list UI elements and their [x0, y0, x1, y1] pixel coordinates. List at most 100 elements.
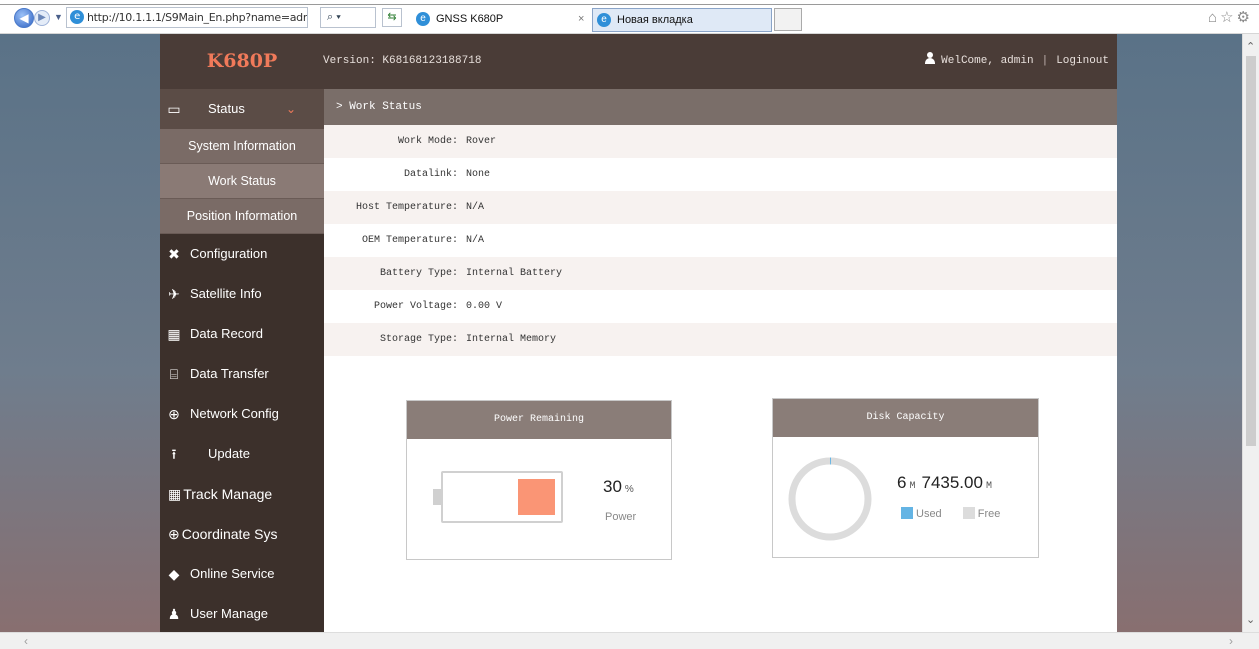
address-text: http://10.1.1.1/S9Main_En.php?name=admin	[87, 11, 308, 24]
sidebar-item-update[interactable]: ⭱ Update	[160, 434, 324, 474]
globe-icon: ⊕	[168, 526, 180, 542]
sidebar-subitem-system-information[interactable]: System Information	[160, 129, 324, 164]
info-value: Rover	[466, 136, 497, 147]
scroll-right-icon[interactable]: ›	[1229, 634, 1233, 648]
sidebar-subitem-work-status[interactable]: Work Status	[160, 164, 324, 199]
tab-close-icon[interactable]: ×	[578, 13, 584, 25]
info-value: 0.00 V	[466, 301, 503, 312]
disk-free-unit: M	[985, 481, 992, 492]
user-icon	[924, 52, 936, 64]
app-page: K680P Version: K68168123188718 WelCome, …	[160, 34, 1117, 638]
sidebar-item-satellite-info[interactable]: ✈ Satellite Info	[160, 274, 324, 314]
sidebar-item-network-config[interactable]: ⊕ Network Config	[160, 394, 324, 434]
sidebar-subitem-position-information[interactable]: Position Information	[160, 199, 324, 234]
compatibility-icon[interactable]: ⇆	[382, 8, 402, 27]
welcome-text: WelCome, admin	[941, 55, 1034, 67]
sidebar-item-label: Track Manage	[183, 486, 273, 502]
disk-capacity-panel: Disk Capacity 6 M 7435.00 M Used Free	[772, 398, 1039, 558]
ie-icon: e	[597, 13, 611, 27]
sidebar-item-online-service[interactable]: ◆ Online Service	[160, 554, 324, 594]
browser-toolbar: ◀ ▶ ▼ e http://10.1.1.1/S9Main_En.php?na…	[0, 0, 1259, 34]
monitor-icon: ▭	[167, 101, 181, 117]
power-value-number: 30	[603, 477, 622, 496]
panel-title: Power Remaining	[407, 401, 671, 439]
info-row-storage-type: Storage Type: Internal Memory	[324, 323, 1117, 356]
cube-icon: ◆	[168, 566, 180, 582]
disk-free-arc	[788, 457, 872, 541]
sidebar-item-configuration[interactable]: ✖ Configuration	[160, 234, 324, 274]
history-dropdown-icon[interactable]: ▼	[54, 12, 63, 22]
tools-icon: ✖	[168, 246, 180, 262]
power-unit: %	[624, 484, 634, 495]
satellite-icon: ✈	[168, 286, 180, 302]
sidebar-item-label: Satellite Info	[190, 286, 262, 301]
info-value: N/A	[466, 202, 485, 213]
upload-icon: ⭱	[171, 446, 177, 462]
new-tab-button[interactable]	[774, 8, 802, 31]
info-label: Work Mode:	[397, 136, 458, 147]
disk-used-unit: M	[909, 481, 916, 492]
sidebar-item-label: Data Transfer	[190, 366, 269, 381]
globe-icon: ⊕	[168, 406, 180, 422]
tab-label: GNSS K680P	[436, 13, 504, 25]
scroll-left-icon[interactable]: ‹	[24, 634, 28, 648]
tab-new-tab[interactable]: e Новая вкладка	[592, 8, 772, 32]
sidebar-item-data-record[interactable]: ▦ Data Record	[160, 314, 324, 354]
info-label: Storage Type:	[379, 334, 458, 345]
sidebar: ▭ Status ⌄ System Information Work Statu…	[160, 89, 324, 638]
sidebar-item-data-transfer[interactable]: ⌸ Data Transfer	[160, 354, 324, 394]
sidebar-item-label: Network Config	[190, 406, 279, 421]
header-separator: |	[1041, 55, 1049, 67]
back-button[interactable]: ◀	[14, 8, 34, 28]
calendar-icon: ▦	[167, 326, 181, 342]
info-label: Datalink:	[403, 169, 458, 180]
scroll-down-icon[interactable]: ⌄	[1246, 613, 1255, 626]
scrollbar-thumb[interactable]	[1246, 56, 1256, 446]
logout-link[interactable]: Loginout	[1056, 55, 1109, 67]
disk-values: 6 M 7435.00 M	[897, 473, 998, 493]
battery-level-fill	[518, 479, 555, 515]
network-icon: ⌸	[169, 366, 179, 382]
sidebar-item-label: Status	[208, 101, 245, 116]
page-viewport: K680P Version: K68168123188718 WelCome, …	[0, 34, 1259, 649]
legend-free-label: Free	[977, 508, 1001, 520]
disk-panel-body: 6 M 7435.00 M Used Free	[773, 437, 1038, 557]
forward-button[interactable]: ▶	[34, 10, 50, 26]
disk-legend: Used Free	[901, 507, 1000, 520]
app-header: K680P Version: K68168123188718 WelCome, …	[160, 34, 1117, 89]
legend-free-swatch	[962, 507, 975, 519]
sidebar-item-user-manage[interactable]: ♟ User Manage	[160, 594, 324, 634]
info-row-battery-type: Battery Type: Internal Battery	[324, 257, 1117, 290]
info-label: Host Temperature:	[355, 202, 458, 213]
horizontal-scrollbar[interactable]: ‹ ›	[0, 632, 1259, 649]
info-value: None	[466, 169, 491, 180]
logo: K680P	[160, 34, 324, 89]
scroll-up-icon[interactable]: ⌃	[1246, 40, 1255, 53]
vertical-scrollbar[interactable]: ⌃ ⌄	[1242, 34, 1259, 632]
breadcrumb: > Work Status	[324, 89, 1117, 125]
sidebar-item-status[interactable]: ▭ Status ⌄	[160, 89, 324, 129]
sidebar-item-label: Update	[208, 446, 250, 461]
disk-free-number: 7435.00	[921, 473, 983, 492]
sidebar-item-label: Coordinate Sys	[181, 526, 278, 542]
sidebar-item-label: Data Record	[190, 326, 263, 341]
sidebar-item-label: Configuration	[190, 246, 268, 261]
info-row-datalink: Datalink: None	[324, 158, 1117, 191]
battery-terminal	[433, 489, 441, 505]
info-row-oem-temperature: OEM Temperature: N/A	[324, 224, 1117, 257]
sidebar-item-coordinate-sys[interactable]: ⊕ Coordinate Sys	[160, 514, 324, 554]
sidebar-item-track-manage[interactable]: ▦ Track Manage	[160, 474, 324, 514]
search-dropdown-button[interactable]: ⌕ ▾	[320, 7, 376, 28]
info-label: Battery Type:	[379, 268, 458, 279]
legend-used-swatch	[901, 507, 913, 519]
tab-gnss-k680p[interactable]: e GNSS K680P	[412, 8, 592, 32]
sidebar-item-label: User Manage	[190, 606, 269, 621]
legend-used-label: Used	[916, 508, 942, 520]
disk-used-number: 6	[897, 473, 907, 492]
version-text: Version: K68168123188718	[323, 55, 482, 67]
info-value: N/A	[466, 235, 485, 246]
power-panel-body: 30% Power	[407, 439, 671, 559]
info-value: Internal Battery	[466, 268, 563, 279]
home-favorites-settings-icons[interactable]: ⌂☆⚙	[1208, 8, 1253, 26]
address-bar[interactable]: e http://10.1.1.1/S9Main_En.php?name=adm…	[66, 7, 308, 28]
